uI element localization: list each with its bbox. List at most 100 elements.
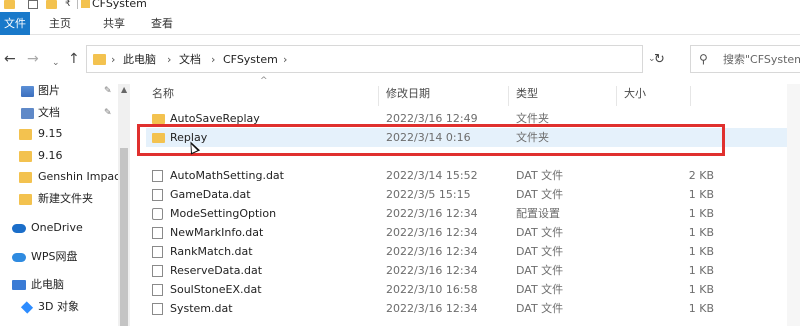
- properties-checkbox-icon[interactable]: [28, 0, 38, 9]
- navigation-pane: 图片 ✎ 文档 ✎ 9.15 9.16 Genshin Impac 新建文件夹 …: [0, 84, 130, 326]
- scroll-up-icon[interactable]: ▲: [121, 85, 127, 94]
- recent-locations-chevron-icon[interactable]: ⌄: [52, 54, 60, 72]
- folder-icon: [19, 151, 32, 162]
- address-bar[interactable]: › 此电脑 › 文档 › CFSystem ›: [86, 45, 643, 73]
- file-list: ^ 名称 修改日期 类型 大小 AutoSaveReplay 2022/3/16…: [130, 76, 800, 326]
- refresh-icon[interactable]: ↻: [654, 52, 665, 67]
- file-date: 2022/3/10 16:58: [386, 283, 478, 296]
- column-header-date[interactable]: 修改日期: [386, 84, 430, 106]
- wps-cloud-icon: [12, 253, 26, 262]
- file-type: 文件夹: [516, 112, 549, 125]
- breadcrumb-separator[interactable]: ›: [167, 46, 171, 73]
- table-row[interactable]: ReserveData.dat 2022/3/16 12:34 DAT 文件 1…: [146, 261, 800, 280]
- table-row-selected[interactable]: Replay 2022/3/14 0:16 文件夹: [146, 128, 800, 147]
- file-date: 2022/3/5 15:15: [386, 188, 471, 201]
- file-size: 1 KB: [688, 283, 714, 296]
- file-size: 1 KB: [688, 264, 714, 277]
- search-input[interactable]: ⚲ 搜索"CFSystem": [690, 45, 800, 73]
- file-name: GameData.dat: [170, 188, 251, 201]
- table-row[interactable]: SoulStoneEX.dat 2022/3/10 16:58 DAT 文件 1…: [146, 280, 800, 299]
- table-row[interactable]: GameData.dat 2022/3/5 15:15 DAT 文件 1 KB: [146, 185, 800, 204]
- 3d-objects-icon: [20, 301, 34, 314]
- file-date: 2022/3/14 15:52: [386, 169, 478, 182]
- sidebar-item-pictures[interactable]: 图片 ✎: [0, 80, 118, 102]
- breadcrumb-separator[interactable]: ›: [111, 46, 115, 73]
- file-date: 2022/3/14 0:16: [386, 131, 471, 144]
- breadcrumb-separator[interactable]: ›: [283, 46, 287, 73]
- quick-access-customize-icon[interactable]: ₹: [65, 0, 71, 9]
- file-icon: [152, 246, 163, 258]
- sort-up-chevron-icon: ^: [260, 76, 268, 86]
- table-row[interactable]: RankMatch.dat 2022/3/16 12:34 DAT 文件 1 K…: [146, 242, 800, 261]
- table-row[interactable]: AutoMathSetting.dat 2022/3/14 15:52 DAT …: [146, 166, 800, 185]
- sidebar-item-genshin-impact[interactable]: Genshin Impac: [0, 166, 118, 188]
- breadcrumb-cfsystem[interactable]: CFSystem: [223, 46, 278, 73]
- column-header-type[interactable]: 类型: [516, 84, 538, 106]
- tab-home[interactable]: 主页: [40, 12, 80, 35]
- file-type: 文件夹: [516, 131, 549, 144]
- file-name: NewMarkInfo.dat: [170, 226, 264, 239]
- breadcrumb-this-pc[interactable]: 此电脑: [123, 46, 156, 73]
- file-type: DAT 文件: [516, 169, 564, 182]
- file-size: 1 KB: [688, 226, 714, 239]
- forward-arrow-icon[interactable]: →: [27, 50, 39, 68]
- settings-file-icon: [152, 208, 163, 220]
- file-date: 2022/3/16 12:34: [386, 207, 478, 220]
- file-date: 2022/3/16 12:34: [386, 245, 478, 258]
- sidebar-item-new-folder[interactable]: 新建文件夹: [0, 188, 118, 210]
- sidebar-item-label: 9.15: [38, 127, 63, 140]
- file-size: 1 KB: [688, 302, 714, 315]
- sidebar-item-folder-915[interactable]: 9.15: [0, 123, 118, 145]
- ribbon-tabs: 文件 主页 共享 查看: [0, 12, 800, 35]
- sidebar-scroll-thumb[interactable]: [120, 148, 128, 326]
- tab-view[interactable]: 查看: [142, 12, 182, 35]
- sidebar-item-wps-drive[interactable]: WPS网盘: [0, 246, 118, 268]
- up-arrow-icon[interactable]: ↑: [68, 50, 80, 68]
- file-date: 2022/3/16 12:49: [386, 112, 478, 125]
- file-size: 1 KB: [688, 207, 714, 220]
- column-divider[interactable]: [378, 86, 379, 106]
- sidebar-item-3d-objects[interactable]: 3D 对象: [0, 296, 118, 318]
- file-list-scrollbar[interactable]: [787, 84, 800, 326]
- sidebar-item-this-pc[interactable]: 此电脑: [0, 274, 118, 296]
- sidebar-item-label: OneDrive: [31, 221, 83, 234]
- sidebar-item-label: 图片: [38, 84, 60, 97]
- title-bar: ₹ CFSystem: [0, 0, 800, 12]
- file-icon: [152, 189, 163, 201]
- table-row[interactable]: NewMarkInfo.dat 2022/3/16 12:34 DAT 文件 1…: [146, 223, 800, 242]
- sidebar-item-onedrive[interactable]: OneDrive: [0, 217, 118, 239]
- breadcrumb-separator[interactable]: ›: [211, 46, 215, 73]
- file-size: 1 KB: [688, 245, 714, 258]
- file-type: DAT 文件: [516, 226, 564, 239]
- file-date: 2022/3/16 12:34: [386, 264, 478, 277]
- file-name: System.dat: [170, 302, 233, 315]
- file-icon: [152, 284, 163, 296]
- breadcrumb-documents[interactable]: 文档: [179, 46, 201, 73]
- pictures-icon: [21, 86, 34, 97]
- tab-file[interactable]: 文件: [0, 12, 30, 35]
- column-divider[interactable]: [616, 86, 617, 106]
- table-row[interactable]: ModeSettingOption 2022/3/16 12:34 配置设置 1…: [146, 204, 800, 223]
- back-arrow-icon[interactable]: ←: [4, 50, 16, 68]
- sidebar-item-label: 9.16: [38, 149, 63, 162]
- column-header-size[interactable]: 大小: [624, 84, 646, 106]
- file-type: DAT 文件: [516, 264, 564, 277]
- window-folder-icon: [81, 0, 90, 8]
- file-type: DAT 文件: [516, 283, 564, 296]
- sidebar-item-folder-916[interactable]: 9.16: [0, 145, 118, 167]
- sidebar-item-label: Genshin Impac: [38, 170, 118, 183]
- quick-access-folder-icon[interactable]: [4, 0, 15, 9]
- column-divider[interactable]: [690, 86, 691, 106]
- tab-share[interactable]: 共享: [94, 12, 134, 35]
- new-folder-icon[interactable]: [46, 0, 57, 9]
- column-divider[interactable]: [508, 86, 509, 106]
- sidebar-item-documents[interactable]: 文档 ✎: [0, 102, 118, 124]
- file-explorer-window: ₹ CFSystem 文件 主页 共享 查看 ← → ⌄ ↑ › 此电脑 › 文…: [0, 0, 800, 326]
- search-icon: ⚲: [699, 52, 708, 66]
- column-header-name[interactable]: 名称: [152, 84, 174, 106]
- table-row[interactable]: AutoSaveReplay 2022/3/16 12:49 文件夹: [146, 109, 800, 128]
- table-row[interactable]: System.dat 2022/3/16 12:34 DAT 文件 1 KB: [146, 299, 800, 318]
- file-type: 配置设置: [516, 207, 560, 220]
- address-folder-icon: [93, 54, 106, 65]
- file-size: 1 KB: [688, 188, 714, 201]
